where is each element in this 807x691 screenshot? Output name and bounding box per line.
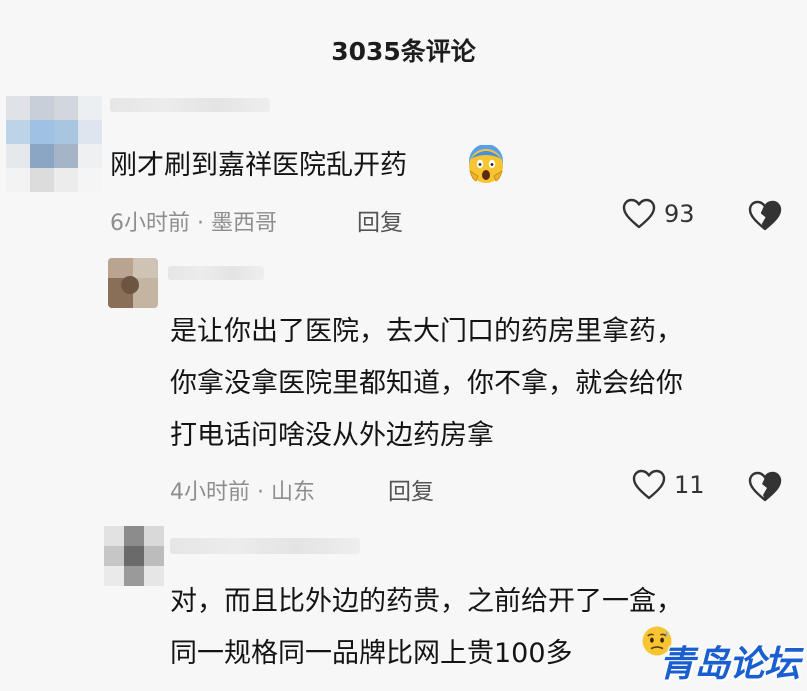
comment-meta: 6小时前 · 墨西哥 [110, 205, 277, 237]
reply-text-line: 对，而且比外边的药贵，之前给开了一盒， [170, 586, 683, 617]
comment-count-title: 3035条评论 [331, 37, 476, 66]
comment-time: 6小时前 [110, 211, 190, 236]
reply-meta: 4小时前 · 山东 [170, 474, 315, 506]
broken-heart-icon[interactable] [748, 200, 782, 232]
reply-text-line: 是让你出了医院，去大门口的药房里拿药， [170, 316, 683, 347]
broken-heart-icon[interactable] [748, 471, 782, 503]
reply-text: 对，而且比外边的药贵，之前给开了一盒， 同一规格同一品牌比网上贵100多 [170, 576, 683, 680]
avatar[interactable] [108, 258, 158, 308]
comments-panel: 3035条评论 刚才刷到嘉祥医院乱开药 6小时前 · 墨西哥 回复 93 是让你… [0, 0, 807, 691]
comment-text: 刚才刷到嘉祥医院乱开药 [110, 140, 407, 192]
avatar[interactable] [104, 526, 164, 586]
reply-time: 4小时前 [170, 480, 250, 505]
scream-emoji-icon [469, 145, 503, 183]
username-blurred[interactable] [170, 538, 360, 554]
avatar-image [108, 258, 158, 308]
reply-text-line: 打电话问啥没从外边药房拿 [170, 420, 494, 451]
reply-button[interactable]: 回复 [357, 203, 403, 237]
reply-text: 是让你出了医院，去大门口的药房里拿药， 你拿没拿医院里都知道，你不拿，就会给你 … [170, 306, 683, 462]
reply-text-line: 同一规格同一品牌比网上贵100多 [170, 638, 573, 669]
watermark: 青岛论坛 [658, 635, 800, 687]
heart-outline-icon [622, 198, 656, 229]
meta-separator: · [190, 211, 211, 236]
username-blurred[interactable] [110, 98, 270, 112]
heart-outline-icon [632, 469, 666, 500]
like-count: 93 [664, 200, 695, 228]
comment-location: 墨西哥 [210, 211, 277, 236]
reply-location: 山东 [270, 480, 315, 505]
username-blurred[interactable] [168, 266, 264, 280]
avatar[interactable] [6, 96, 102, 192]
comment-text-line: 刚才刷到嘉祥医院乱开药 [110, 150, 407, 181]
like-count: 11 [674, 471, 705, 499]
like-button[interactable]: 93 [622, 198, 695, 230]
like-button[interactable]: 11 [632, 469, 705, 501]
reply-button[interactable]: 回复 [388, 472, 434, 506]
watermark-text: 青岛论坛 [658, 644, 800, 685]
reply-text-line: 你拿没拿医院里都知道，你不拿，就会给你 [170, 368, 683, 399]
meta-separator: · [250, 480, 271, 505]
